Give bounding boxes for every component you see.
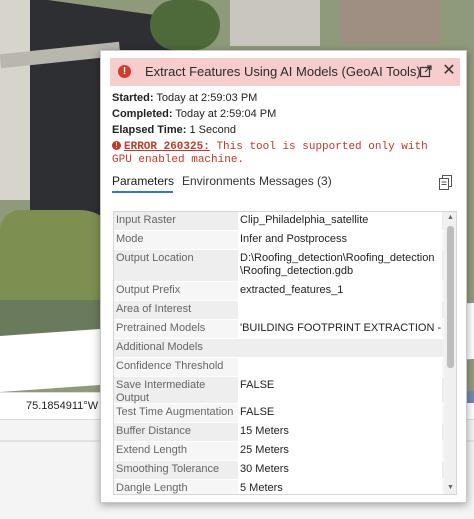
param-value: 25 Meters [238,442,442,460]
param-value [238,358,442,376]
coordinate-readout: 75.1854911°W 3 [26,400,108,412]
param-value: Infer and Postprocess [238,231,442,249]
table-row: Save Intermediate Output FALSE [114,377,444,404]
param-label: Output Location [116,252,194,264]
table-row: Additional Models [114,339,444,358]
param-value: FALSE [238,377,442,403]
table-row: Input Raster Clip_Philadelphia_satellite [114,212,444,231]
param-label: Dangle Length [116,482,188,494]
param-value: 15 Meters [238,423,442,441]
active-tab-indicator [112,191,173,193]
started-line: Started: Today at 2:59:03 PM [112,92,257,104]
map-feature [230,0,320,46]
param-label: Output Prefix [116,284,181,296]
error-message-block: ! ERROR 260325: This tool is supported on… [112,141,452,167]
error-icon: ! [118,65,131,78]
param-label: Smoothing Tolerance [116,463,220,475]
parameters-grid: Input Raster Clip_Philadelphia_satellite… [113,211,457,495]
param-label: Pretrained Models [116,322,206,334]
param-value [238,339,442,357]
param-value: Clip_Philadelphia_satellite [238,212,442,230]
started-value: Today at 2:59:03 PM [156,92,258,104]
table-row: Mode Infer and Postprocess [114,231,444,250]
table-row: Area of Interest [114,301,444,320]
error-code-link[interactable]: ERROR 260325: [124,141,210,153]
table-row: Buffer Distance 15 Meters [114,423,444,442]
param-value: 30 Meters [238,461,442,479]
close-icon[interactable]: ✕ [441,63,457,79]
elapsed-line: Elapsed Time: 1 Second [112,124,236,136]
param-value: extracted_features_1 [238,282,442,300]
table-row: Confidence Threshold [114,358,444,377]
completed-value: Today at 2:59:04 PM [175,108,277,120]
param-label: Extend Length [116,444,187,456]
error-small-icon: ! [112,141,121,150]
param-label: Input Raster [116,214,176,226]
param-label: Mode [116,233,144,245]
param-value: D:\Roofing_detection\Roofing_detection\R… [238,250,442,281]
tab-environments[interactable]: Environments [182,174,255,188]
scroll-thumb[interactable] [447,226,454,368]
started-label: Started: [112,92,154,104]
copy-icon[interactable] [439,175,453,191]
popup-header: ! Extract Features Using AI Models (GeoA… [110,58,460,86]
scroll-handle[interactable] [466,391,474,403]
table-row: Test Time Augmentation FALSE [114,404,444,423]
param-value [238,301,442,319]
param-label: Confidence Threshold [116,360,224,372]
completed-line: Completed: Today at 2:59:04 PM [112,108,276,120]
elapsed-label: Elapsed Time: [112,124,187,136]
param-value: 5 Meters [238,480,442,494]
param-label: Test Time Augmentation [116,406,234,418]
table-row: Pretrained Models 'BUILDING FOOTPRINT EX… [114,320,456,339]
completed-label: Completed: [112,108,173,120]
grid-scrollbar[interactable]: ▲ ▼ [445,212,456,494]
elapsed-value: 1 Second [189,124,236,136]
tab-messages[interactable]: Messages (3) [259,174,332,188]
param-label: Save Intermediate Output [116,379,206,404]
scroll-down-icon[interactable]: ▼ [446,483,455,493]
table-row: Output Location D:\Roofing_detection\Roo… [114,250,444,282]
map-feature [340,0,440,44]
popup-title: Extract Features Using AI Models (GeoAI … [145,64,421,79]
param-value: 'BUILDING FOOTPRINT EXTRACTION - USA' [238,320,456,338]
table-row: Dangle Length 5 Meters [114,480,444,494]
param-label: Area of Interest [116,303,192,315]
tool-result-popup: ! Extract Features Using AI Models (GeoA… [100,50,467,503]
param-label: Buffer Distance [116,425,192,437]
tab-parameters[interactable]: Parameters [112,174,174,188]
table-row: Output Prefix extracted_features_1 [114,282,444,301]
table-row: Smoothing Tolerance 30 Meters [114,461,444,480]
popout-icon[interactable] [419,64,433,78]
scroll-up-icon[interactable]: ▲ [446,213,455,223]
param-label: Additional Models [116,341,203,353]
map-feature [150,0,220,50]
table-row: Extend Length 25 Meters [114,442,444,461]
param-value: FALSE [238,404,442,422]
